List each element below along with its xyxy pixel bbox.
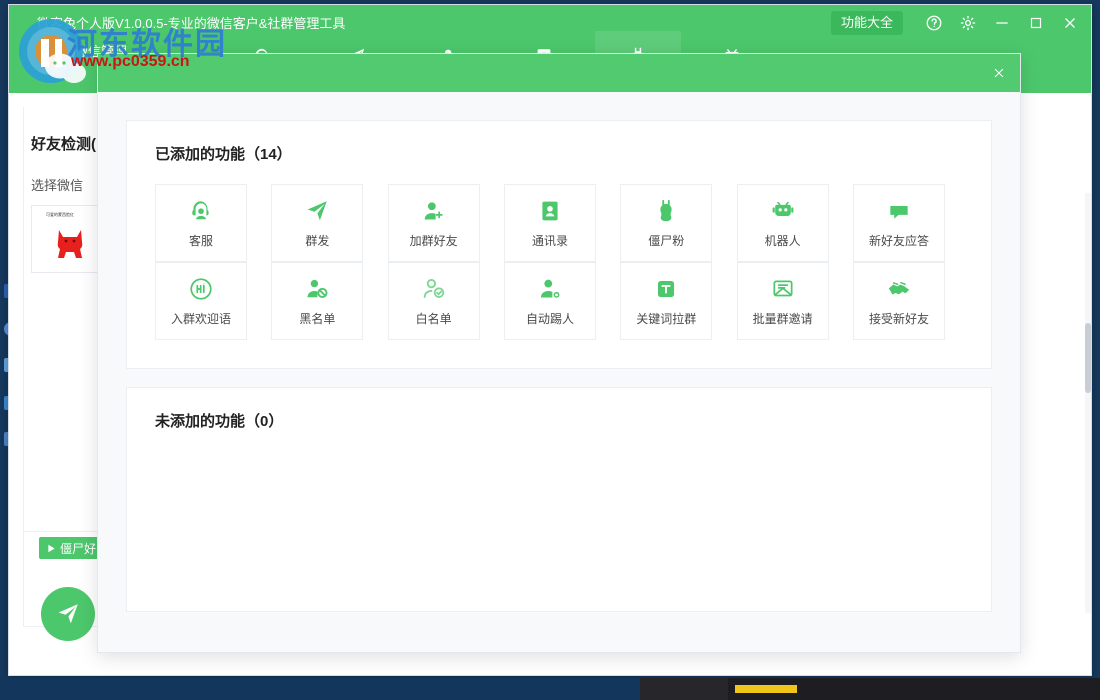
function-tile-label: 加群好友 [410,232,458,249]
not-added-functions-title: 未添加的功能（0） [127,388,991,435]
added-functions-panel: 已添加的功能（14） 客服 [126,120,992,369]
paper-plane-icon [304,198,330,224]
person-block-icon [304,276,330,302]
not-added-functions-empty [127,435,991,485]
taskbar-segment[interactable] [800,678,1100,700]
screen-root: 微客兔个人版V1.0.0.5-专业的微信客户&社群管理工具 功能大全 [0,0,1100,700]
function-tile-label: 客服 [189,232,213,249]
window-controls: 功能大全 [831,9,1087,37]
function-tile-label: 接受新好友 [869,310,929,327]
window-title: 微客兔个人版V1.0.0.5-专业的微信客户&社群管理工具 [37,13,345,32]
taskbar-highlight[interactable] [735,685,797,693]
function-tile-label: 入群欢迎语 [171,310,231,327]
function-tile-contacts[interactable]: 通讯录 [504,184,596,262]
gear-icon[interactable] [951,9,985,37]
function-tile-label: 新好友应答 [869,232,929,249]
function-tile-auto-kick[interactable]: 自动踢人 [504,262,596,340]
scrollbar-thumb[interactable] [1085,323,1091,393]
function-tile-customer-service[interactable]: 客服 [155,184,247,262]
function-tile-label: 机器人 [765,232,801,249]
text-t-icon [653,276,679,302]
application-window: 微客兔个人版V1.0.0.5-专业的微信客户&社群管理工具 功能大全 [8,4,1092,676]
zombie-icon [653,198,679,224]
close-icon[interactable] [1053,9,1087,37]
hi-circle-icon [188,276,214,302]
function-tile-label: 自动踢人 [526,310,574,327]
help-circle-icon[interactable] [917,9,951,37]
os-taskbar [0,678,1100,700]
modal-body: 已添加的功能（14） 客服 [98,92,1020,653]
android-robot-icon [769,198,797,224]
function-tile-group-welcome[interactable]: 入群欢迎语 [155,262,247,340]
function-tile-label: 群发 [305,232,329,249]
function-tile-add-group-friend[interactable]: 加群好友 [388,184,480,262]
select-wechat-label: 选择微信 [31,175,83,194]
avatar [50,224,90,262]
added-functions-grid: 客服 群发 [127,168,991,368]
function-tile-label: 僵尸粉 [648,232,684,249]
add-person-icon [421,198,447,224]
not-added-functions-panel: 未添加的功能（0） [126,387,992,612]
function-management-modal: 已添加的功能（14） 客服 [97,53,1021,653]
function-tile-bulk-invite[interactable]: 批量群邀请 [737,262,829,340]
person-check-icon [421,276,447,302]
avatar-caption: 可爱的蒙西脸红 [46,212,74,218]
modal-close-icon[interactable] [986,60,1012,86]
page-title: 好友检测( [31,133,96,154]
contacts-card-icon [537,198,563,224]
function-tile-label: 黑名单 [299,310,335,327]
function-tile-keyword-group[interactable]: 关键词拉群 [620,262,712,340]
taskbar-segment[interactable] [0,678,640,700]
function-tile-label: 批量群邀请 [753,310,813,327]
headset-service-icon [188,198,214,224]
function-tile-zombie-fans[interactable]: 僵尸粉 [620,184,712,262]
feature-all-button[interactable]: 功能大全 [831,11,903,35]
function-tile-whitelist[interactable]: 白名单 [388,262,480,340]
added-functions-title: 已添加的功能（14） [127,121,991,168]
divider [23,531,99,532]
zombie-detect-label: 僵尸好 [60,540,96,557]
modal-header [98,54,1020,92]
send-fab-button[interactable] [41,587,95,641]
function-tile-label: 白名单 [416,310,452,327]
function-tile-robot[interactable]: 机器人 [737,184,829,262]
chat-bubble-icon [886,198,912,224]
minimize-icon[interactable] [985,9,1019,37]
function-tile-accept-new-friend[interactable]: 接受新好友 [853,262,945,340]
function-tile-blacklist[interactable]: 黑名单 [271,262,363,340]
function-tile-new-friend-reply[interactable]: 新好友应答 [853,184,945,262]
envelope-icon [770,276,796,302]
function-tile-label: 关键词拉群 [636,310,696,327]
function-tile-mass-send[interactable]: 群发 [271,184,363,262]
taskbar-segment[interactable] [640,678,728,700]
person-kick-icon [537,276,563,302]
scrollbar-track[interactable] [1085,193,1091,613]
maximize-icon[interactable] [1019,9,1053,37]
function-tile-label: 通讯录 [532,232,568,249]
handshake-icon [885,276,913,302]
